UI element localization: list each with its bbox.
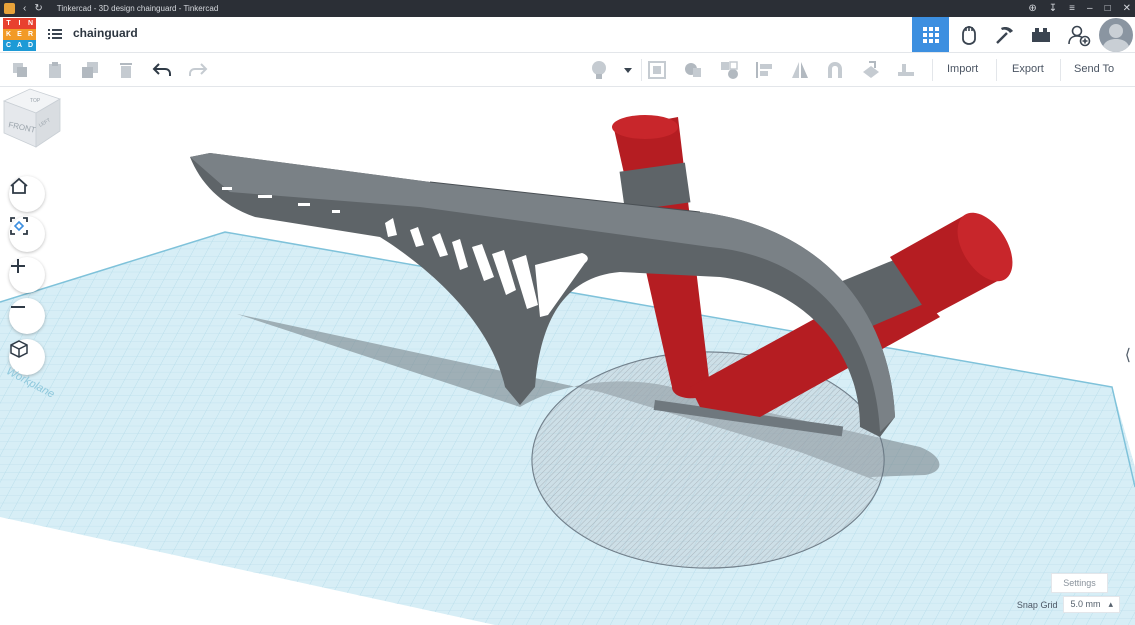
- snap-grid-control: Snap Grid 5.0 mm ▴: [1017, 596, 1120, 613]
- flip-button[interactable]: [789, 59, 811, 81]
- view-cube[interactable]: TOP FRONT LEFT: [0, 87, 62, 149]
- intersect-icon: [721, 61, 738, 79]
- ungroup-icon: [685, 63, 701, 77]
- perspective-icon: [10, 340, 28, 358]
- light-dropdown[interactable]: [617, 59, 639, 81]
- paste-icon: [49, 62, 61, 78]
- copy-button[interactable]: [9, 59, 31, 81]
- logo-letter: I: [14, 18, 25, 29]
- zoom-out-icon: [11, 306, 25, 308]
- zoom-out-button[interactable]: [9, 298, 45, 334]
- reload-icon[interactable]: ↻: [34, 3, 42, 14]
- zoom-in-icon: [11, 259, 25, 273]
- align-icon: [756, 62, 772, 78]
- magnet-icon: [828, 62, 842, 78]
- window-title: Tinkercad - 3D design chainguard - Tinke…: [56, 4, 219, 13]
- settings-button[interactable]: Settings: [1051, 573, 1108, 593]
- build-button[interactable]: [986, 17, 1023, 52]
- duplicate-button[interactable]: [79, 59, 101, 81]
- logo-letter: D: [25, 40, 36, 51]
- menu-icon[interactable]: ≡: [1069, 3, 1075, 14]
- fit-view-button[interactable]: [9, 216, 45, 252]
- fit-view-icon: [10, 217, 28, 235]
- group-icon: [648, 61, 666, 79]
- logo-letter: A: [14, 40, 25, 51]
- collapse-panel-icon[interactable]: ⟨: [1125, 345, 1131, 365]
- 3d-view-grid-icon: [922, 26, 939, 43]
- document-title[interactable]: chainguard: [73, 26, 138, 40]
- user-avatar[interactable]: [1099, 18, 1133, 52]
- group-button[interactable]: [646, 59, 668, 81]
- snap-grid-value: 5.0 mm: [1070, 599, 1101, 609]
- redo-icon: [189, 63, 208, 76]
- blocks-button[interactable]: [950, 17, 987, 52]
- back-arrow-icon[interactable]: ‹: [23, 3, 26, 14]
- toolbar-divider: [1060, 59, 1061, 81]
- snap-grid-label: Snap Grid: [1016, 599, 1058, 610]
- blocks-hand-icon: [961, 25, 976, 45]
- bricks-icon: [1031, 27, 1050, 42]
- light-bulb-icon: [592, 61, 606, 79]
- workplane-button[interactable]: [860, 59, 882, 81]
- edit-toolbar: Import Export Send To: [0, 53, 1135, 87]
- logo-letter: K: [3, 29, 14, 40]
- light-button[interactable]: [588, 59, 610, 81]
- dropdown-caret-icon: [624, 68, 632, 73]
- align-button[interactable]: [753, 59, 775, 81]
- duplicate-icon: [82, 62, 98, 78]
- logo-letter: T: [3, 18, 14, 29]
- redo-button[interactable]: [187, 59, 209, 81]
- minimize-icon[interactable]: –: [1087, 3, 1093, 14]
- bricks-button[interactable]: [1022, 17, 1059, 52]
- view-cube-top: TOP: [30, 98, 41, 104]
- logo-letter: R: [25, 29, 36, 40]
- app-header: T I N K E R C A D chainguard: [0, 17, 1135, 53]
- close-icon[interactable]: ✕: [1123, 3, 1131, 14]
- intersect-button[interactable]: [718, 59, 740, 81]
- add-user-icon: [1067, 25, 1090, 46]
- home-view-button[interactable]: [9, 176, 45, 212]
- 3d-view-button[interactable]: [912, 17, 949, 52]
- logo-letter: E: [14, 29, 25, 40]
- maximize-icon[interactable]: □: [1105, 3, 1111, 14]
- user-silhouette-icon: [1102, 24, 1130, 52]
- scene-canvas[interactable]: [0, 87, 1135, 625]
- app-icon: [4, 3, 15, 14]
- undo-button[interactable]: [151, 59, 173, 81]
- invite-user-button[interactable]: [1060, 17, 1097, 52]
- zoom-in-button[interactable]: [9, 257, 45, 293]
- ruler-button[interactable]: [895, 59, 917, 81]
- flip-icon: [792, 62, 808, 78]
- toolbar-divider: [996, 59, 997, 81]
- design-list-icon[interactable]: [48, 28, 62, 40]
- toolbar-divider: [641, 59, 642, 81]
- logo-letter: C: [3, 40, 14, 51]
- magnet-button[interactable]: [824, 59, 846, 81]
- undo-icon: [152, 63, 171, 76]
- window-titlebar: ‹ ↻ Tinkercad - 3D design chainguard - T…: [0, 0, 1135, 17]
- export-button[interactable]: Export: [1002, 58, 1054, 80]
- zoom-icon[interactable]: ⊕: [1028, 3, 1036, 14]
- import-button[interactable]: Import: [937, 58, 988, 80]
- toolbar-divider: [932, 59, 933, 81]
- download-icon[interactable]: ↧: [1049, 3, 1057, 14]
- send-to-button[interactable]: Send To: [1064, 58, 1124, 80]
- paste-button[interactable]: [44, 59, 66, 81]
- workplane-viewport[interactable]: TOP FRONT LEFT Workplane ⟨ Settings Snap…: [0, 87, 1135, 625]
- tinkercad-logo[interactable]: T I N K E R C A D: [3, 18, 36, 51]
- logo-letter: N: [25, 18, 36, 29]
- ungroup-button[interactable]: [682, 59, 704, 81]
- delete-button[interactable]: [115, 59, 137, 81]
- workplane-icon: [863, 61, 879, 78]
- copy-icon: [13, 63, 27, 77]
- delete-icon: [120, 63, 132, 78]
- ruler-icon: [898, 64, 914, 76]
- pickaxe-icon: [995, 26, 1013, 44]
- snap-grid-select[interactable]: 5.0 mm ▴: [1063, 596, 1120, 613]
- caret-up-icon: ▴: [1108, 599, 1113, 609]
- home-view-icon: [10, 177, 28, 194]
